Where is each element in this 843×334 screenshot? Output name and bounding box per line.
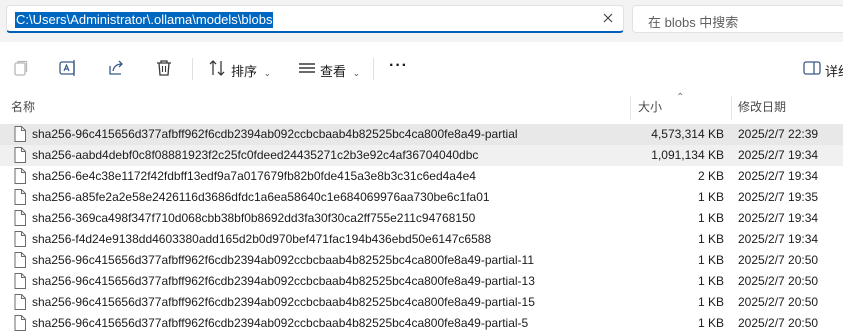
file-size: 1 KB: [697, 295, 724, 309]
command-bar: 排序 ⌄ 查看 ⌄ ··· 详细: [0, 42, 843, 97]
column-divider[interactable]: [731, 96, 732, 120]
file-icon: [14, 252, 26, 268]
file-modified-date: 2025/2/7 22:39: [738, 127, 819, 141]
file-row[interactable]: sha256-aabd4debf0c8f08881923f2c25fc0fdee…: [0, 145, 843, 166]
file-row[interactable]: sha256-96c415656d377afbff962f6cdb2394ab0…: [0, 313, 843, 334]
file-size: 1 KB: [697, 253, 724, 267]
file-icon: [14, 147, 26, 163]
file-modified-date: 2025/2/7 20:50: [738, 295, 819, 309]
file-modified-date: 2025/2/7 20:50: [738, 274, 819, 288]
file-icon: [14, 294, 26, 310]
search-input[interactable]: 在 blobs 中搜索: [632, 5, 843, 33]
file-size: 1 KB: [697, 211, 724, 225]
column-header-size[interactable]: 大小: [638, 98, 662, 115]
chevron-down-icon: ⌄: [263, 68, 272, 78]
toolbar-divider: [192, 58, 193, 80]
file-name: sha256-96c415656d377afbff962f6cdb2394ab0…: [32, 274, 535, 288]
sort-icon[interactable]: [206, 57, 228, 79]
file-name: sha256-96c415656d377afbff962f6cdb2394ab0…: [32, 295, 535, 309]
file-modified-date: 2025/2/7 19:35: [738, 190, 819, 204]
address-path[interactable]: C:\Users\Administrator\.ollama\models\bl…: [15, 12, 274, 28]
file-icon: [14, 210, 26, 226]
file-row[interactable]: sha256-f4d24e9138dd4603380add165d2b0d970…: [0, 229, 843, 250]
file-size: 1 KB: [697, 190, 724, 204]
file-size: 1,091,134 KB: [651, 148, 724, 162]
column-header-name[interactable]: 名称: [11, 98, 35, 115]
file-icon: [14, 189, 26, 205]
file-modified-date: 2025/2/7 19:34: [738, 148, 819, 162]
view-label: 查看: [320, 64, 347, 79]
file-name: sha256-aabd4debf0c8f08881923f2c25fc0fdee…: [32, 148, 479, 162]
share-icon[interactable]: [105, 57, 127, 79]
file-size: 1 KB: [697, 316, 724, 330]
file-row[interactable]: sha256-a85fe2a2e58e2426116d3686dfdc1a6ea…: [0, 187, 843, 208]
file-name: sha256-369ca498f347f710d068cbb38bf0b8692…: [32, 211, 476, 225]
file-icon: [14, 315, 26, 331]
chevron-down-icon: ⌄: [352, 68, 361, 78]
more-options-button[interactable]: ···: [389, 57, 408, 75]
file-name: sha256-96c415656d377afbff962f6cdb2394ab0…: [32, 127, 518, 141]
file-name: sha256-a85fe2a2e58e2426116d3686dfdc1a6ea…: [32, 190, 490, 204]
file-name: sha256-f4d24e9138dd4603380add165d2b0d970…: [32, 232, 492, 246]
file-modified-date: 2025/2/7 20:50: [738, 316, 819, 330]
file-name: sha256-6e4c38e1172f42fdbff13edf9a7a01767…: [32, 169, 476, 183]
file-row[interactable]: sha256-96c415656d377afbff962f6cdb2394ab0…: [0, 271, 843, 292]
delete-icon[interactable]: [153, 57, 175, 79]
toolbar-divider: [373, 58, 374, 80]
file-modified-date: 2025/2/7 19:34: [738, 211, 819, 225]
file-list: sha256-96c415656d377afbff962f6cdb2394ab0…: [0, 124, 843, 334]
view-button[interactable]: 查看 ⌄: [320, 61, 360, 80]
file-row[interactable]: sha256-369ca498f347f710d068cbb38bf0b8692…: [0, 208, 843, 229]
file-row[interactable]: sha256-96c415656d377afbff962f6cdb2394ab0…: [0, 250, 843, 271]
sort-label: 排序: [231, 64, 258, 79]
close-icon[interactable]: [601, 11, 615, 25]
file-name: sha256-96c415656d377afbff962f6cdb2394ab0…: [32, 316, 529, 330]
file-icon: [14, 273, 26, 289]
rename-icon[interactable]: [57, 57, 79, 79]
search-placeholder: 在 blobs 中搜索: [648, 15, 739, 30]
file-icon: [14, 168, 26, 184]
details-button[interactable]: 详细: [825, 61, 843, 80]
sort-up-icon: ⌃: [676, 92, 685, 103]
file-size: 1 KB: [697, 274, 724, 288]
address-bar[interactable]: C:\Users\Administrator\.ollama\models\bl…: [6, 5, 624, 33]
column-header-modified[interactable]: 修改日期: [738, 98, 786, 115]
file-modified-date: 2025/2/7 20:50: [738, 253, 819, 267]
file-size: 1 KB: [697, 232, 724, 246]
sort-button[interactable]: 排序 ⌄: [231, 61, 271, 80]
file-size: 2 KB: [697, 169, 724, 183]
file-size: 4,573,314 KB: [651, 127, 724, 141]
file-icon: [14, 126, 26, 142]
file-row[interactable]: sha256-96c415656d377afbff962f6cdb2394ab0…: [0, 124, 843, 145]
file-name: sha256-96c415656d377afbff962f6cdb2394ab0…: [32, 253, 534, 267]
column-divider[interactable]: [630, 96, 631, 120]
column-headers: 名称 大小 ⌃ 修改日期: [0, 92, 843, 121]
view-icon[interactable]: [296, 57, 318, 79]
file-modified-date: 2025/2/7 19:34: [738, 169, 819, 183]
file-row[interactable]: sha256-6e4c38e1172f42fdbff13edf9a7a01767…: [0, 166, 843, 187]
file-icon: [14, 231, 26, 247]
copy-icon[interactable]: [10, 57, 32, 79]
file-modified-date: 2025/2/7 19:34: [738, 232, 819, 246]
address-toolbar: C:\Users\Administrator\.ollama\models\bl…: [0, 0, 843, 42]
file-row[interactable]: sha256-96c415656d377afbff962f6cdb2394ab0…: [0, 292, 843, 313]
details-pane-icon[interactable]: [801, 57, 823, 79]
